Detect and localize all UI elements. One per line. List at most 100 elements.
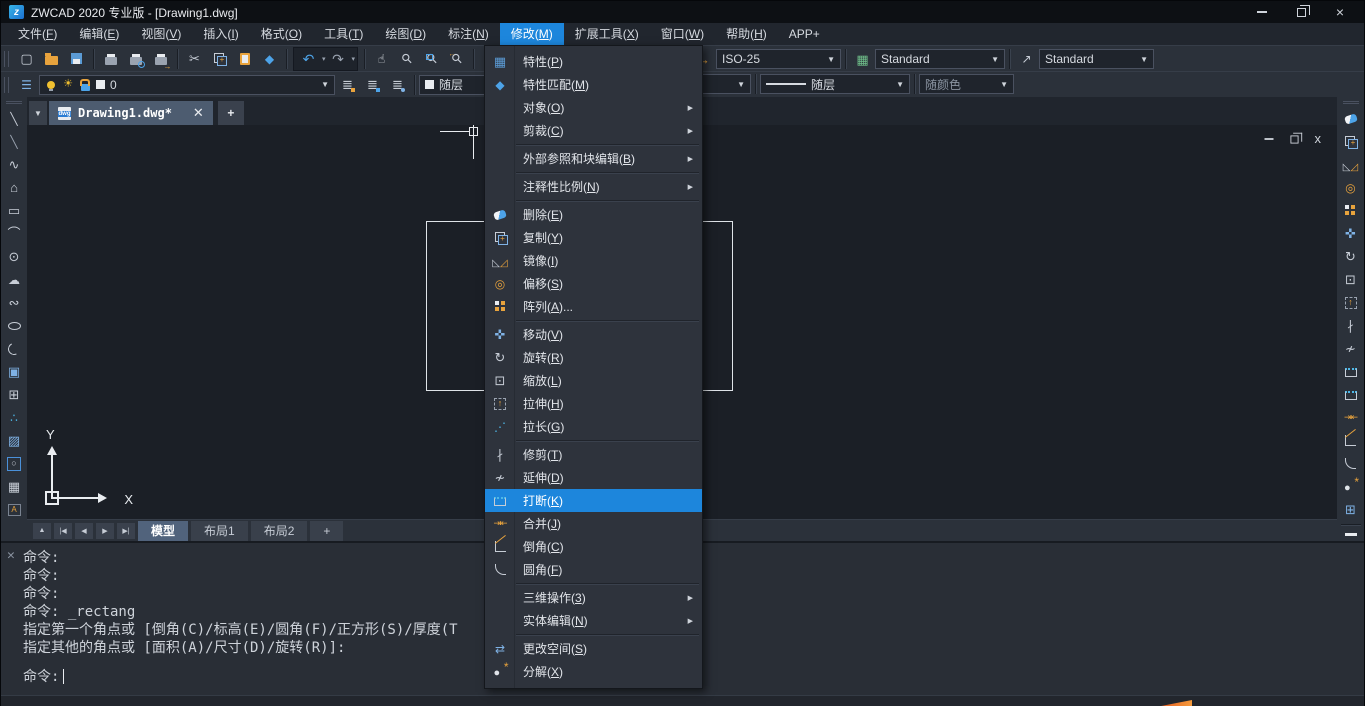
hatch-button[interactable]: [2, 429, 26, 452]
revision-cloud-button[interactable]: [2, 268, 26, 291]
next-tab-button[interactable]: ▶: [96, 523, 114, 539]
chevron-down-icon[interactable]: ▼: [896, 80, 904, 89]
open-button[interactable]: [39, 48, 64, 70]
menu-item-xref-block-edit[interactable]: 外部参照和块编辑(B)▶: [485, 147, 702, 170]
paste-button[interactable]: [232, 48, 257, 70]
new-button[interactable]: [14, 48, 39, 70]
chevron-down-icon[interactable]: ▼: [737, 80, 745, 89]
menu-item-erase[interactable]: 删除(E): [485, 203, 702, 226]
undo-button[interactable]: [296, 48, 321, 70]
move-button[interactable]: [1339, 222, 1363, 245]
scale-button[interactable]: [1339, 268, 1363, 291]
offset-button[interactable]: [1339, 176, 1363, 199]
arc-button[interactable]: [2, 222, 26, 245]
menu-item-change-space[interactable]: 更改空间(S): [485, 637, 702, 660]
print-button[interactable]: [98, 48, 123, 70]
copy-button[interactable]: [1339, 130, 1363, 153]
rotate-button[interactable]: [1339, 245, 1363, 268]
join-button[interactable]: [1339, 406, 1363, 429]
menu-item-array[interactable]: 阵列(A)...: [485, 295, 702, 318]
menu-item-scale[interactable]: 缩放(L): [485, 369, 702, 392]
polyline-button[interactable]: [2, 153, 26, 176]
menu-format[interactable]: 格式(O): [250, 23, 313, 45]
menu-item-break[interactable]: 打断(K): [485, 489, 702, 512]
document-tab-drawing1[interactable]: Drawing1.dwg* ✕: [49, 101, 213, 125]
close-command-icon[interactable]: ✕: [7, 548, 15, 563]
menu-item-fillet[interactable]: 圆角(F): [485, 558, 702, 581]
zoom-realtime-button[interactable]: [394, 48, 419, 70]
mleaderstyle-combo[interactable]: Standard ▼: [1039, 49, 1154, 69]
tablestyle-button[interactable]: [850, 48, 875, 70]
print-preview-button[interactable]: [123, 48, 148, 70]
menu-item-join[interactable]: 合并(J): [485, 512, 702, 535]
spline-button[interactable]: [2, 291, 26, 314]
menu-file[interactable]: 文件(F): [7, 23, 68, 45]
tab-layout2[interactable]: 布局2: [251, 521, 308, 541]
pan-button[interactable]: [369, 48, 394, 70]
extend-button[interactable]: [1339, 337, 1363, 360]
tab-model[interactable]: 模型: [138, 521, 188, 541]
command-input[interactable]: 命令:: [23, 666, 64, 686]
redo-dropdown[interactable]: ▾: [352, 55, 356, 63]
chamfer-button[interactable]: [1339, 429, 1363, 452]
break-button[interactable]: [1339, 383, 1363, 406]
table-button[interactable]: [2, 475, 26, 498]
menu-dimension[interactable]: 标注(N): [437, 23, 500, 45]
menu-app-plus[interactable]: APP+: [778, 23, 831, 45]
layer-unlock-icon[interactable]: [81, 84, 90, 91]
layer-manager-button[interactable]: [14, 74, 39, 96]
menu-modify[interactable]: 修改(M): [500, 23, 564, 45]
fillet-button[interactable]: [1339, 452, 1363, 475]
menu-item-offset[interactable]: 偏移(S): [485, 272, 702, 295]
lineweight-combo[interactable]: 随层 ▼: [760, 74, 910, 94]
menu-item-match-properties[interactable]: 特性匹配(M): [485, 73, 702, 96]
layer-previous-button[interactable]: [360, 74, 385, 96]
toolbar-grip[interactable]: [6, 101, 22, 104]
make-layer-current-button[interactable]: [335, 74, 360, 96]
toolbar-grip[interactable]: [1343, 101, 1359, 104]
mirror-button[interactable]: [1339, 153, 1363, 176]
menu-item-stretch[interactable]: 拉伸(H): [485, 392, 702, 415]
menu-item-object[interactable]: 对象(O)▶: [485, 96, 702, 119]
scrollbar-handle[interactable]: [1345, 533, 1357, 536]
toolbar-grip[interactable]: [4, 77, 9, 93]
chevron-down-icon[interactable]: ▼: [1140, 55, 1148, 64]
menu-item-solid-editing[interactable]: 实体编辑(N)▶: [485, 609, 702, 632]
trim-button[interactable]: [1339, 314, 1363, 337]
menu-item-copy[interactable]: 复制(Y): [485, 226, 702, 249]
construction-line-button[interactable]: [2, 130, 26, 153]
chevron-down-icon[interactable]: ▼: [991, 55, 999, 64]
circle-button[interactable]: [2, 245, 26, 268]
menu-help[interactable]: 帮助(H): [715, 23, 778, 45]
chevron-down-icon[interactable]: ▼: [321, 80, 329, 89]
chevron-down-icon[interactable]: ▼: [1000, 80, 1008, 89]
chevron-down-icon[interactable]: ▼: [827, 55, 835, 64]
tabbar-collapse-button[interactable]: ▲: [33, 523, 51, 539]
menu-item-lengthen[interactable]: 拉长(G): [485, 415, 702, 438]
close-tab-icon[interactable]: ✕: [193, 105, 204, 121]
layer-states-button[interactable]: [385, 74, 410, 96]
menu-item-clip[interactable]: 剪裁(C)▶: [485, 119, 702, 142]
array-button[interactable]: [1339, 199, 1363, 222]
menu-item-move[interactable]: 移动(V): [485, 323, 702, 346]
match-properties-button[interactable]: [257, 48, 282, 70]
last-tab-button[interactable]: ▶|: [117, 523, 135, 539]
doc-minimize-button[interactable]: [1264, 138, 1273, 140]
line-button[interactable]: [2, 107, 26, 130]
layer-thaw-sun-icon[interactable]: [62, 77, 74, 93]
mleaderstyle-button[interactable]: [1014, 48, 1039, 70]
restore-button[interactable]: [1297, 8, 1306, 17]
tab-list-dropdown[interactable]: ▼: [29, 101, 47, 125]
explode-button[interactable]: [1339, 475, 1363, 498]
polygon-button[interactable]: [2, 176, 26, 199]
plot-button[interactable]: [148, 48, 173, 70]
menu-express[interactable]: 扩展工具(X): [564, 23, 650, 45]
new-tab-button[interactable]: +: [218, 101, 244, 125]
menu-item-chamfer[interactable]: 倒角(C): [485, 535, 702, 558]
rectangle-button[interactable]: [2, 199, 26, 222]
menu-insert[interactable]: 插入(I): [192, 23, 249, 45]
cut-button[interactable]: [182, 48, 207, 70]
menu-item-3d-operations[interactable]: 三维操作(3)▶: [485, 586, 702, 609]
zoom-previous-button[interactable]: [444, 48, 469, 70]
save-button[interactable]: [64, 48, 89, 70]
